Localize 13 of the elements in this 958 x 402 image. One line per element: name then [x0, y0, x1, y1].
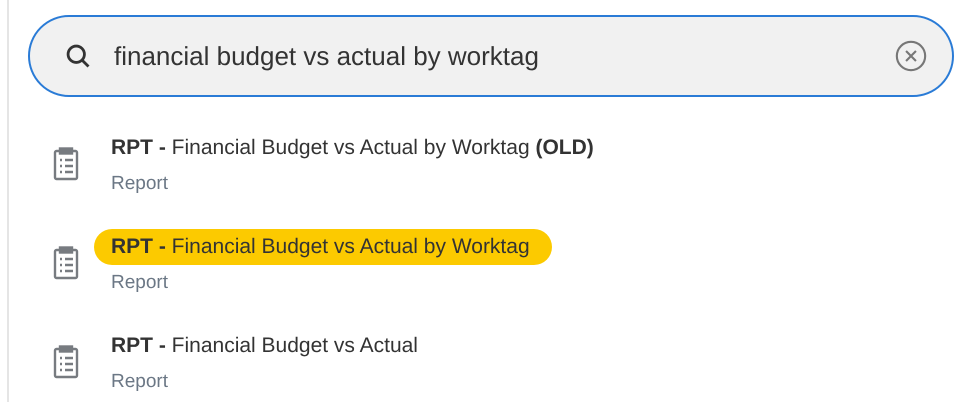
result-type: Report: [111, 270, 168, 294]
search-icon: [64, 42, 92, 70]
search-field[interactable]: financial budget vs actual by worktag: [114, 36, 894, 76]
clipboard-icon: [53, 246, 79, 280]
result-type: Report: [111, 370, 168, 394]
result-type: Report: [111, 172, 168, 196]
result-title[interactable]: RPT - Financial Budget vs Actual by Worktag (OLD): [111, 130, 594, 166]
clipboard-icon: [53, 345, 79, 379]
clipboard-icon: [53, 147, 79, 181]
result-title[interactable]: RPT - Financial Budget vs Actual by Worktag: [94, 229, 552, 264]
result-title[interactable]: RPT - Financial Budget vs Actual: [111, 328, 418, 364]
search-bar[interactable]: financial budget vs actual by worktag: [28, 15, 954, 97]
clear-icon[interactable]: [894, 39, 928, 73]
